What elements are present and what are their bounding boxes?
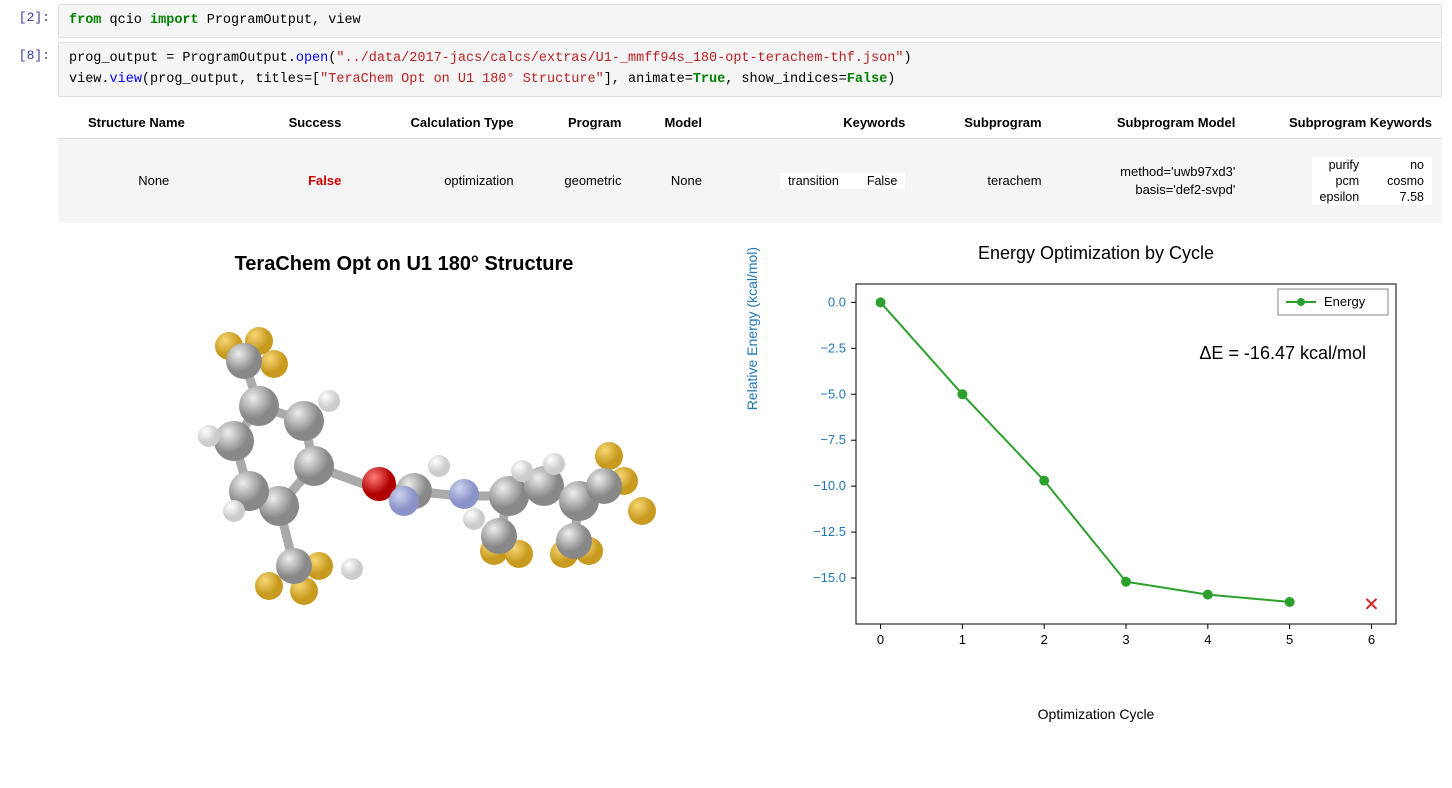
cell-subprogram-model: method='uwb97xd3' basis='def2-svpd' [1052,138,1246,223]
molecule-title: TeraChem Opt on U1 180° Structure [68,233,740,286]
code-token: prog_output = ProgramOutput. [69,51,296,66]
code-token: True [693,72,725,87]
energy-plot-panel: Energy Optimization by Cycle Relative En… [760,233,1432,722]
kw-val: 7.58 [1367,189,1432,205]
svg-text:2: 2 [1041,632,1048,647]
svg-text:Energy: Energy [1324,294,1366,309]
visualization-row: TeraChem Opt on U1 180° Structure [58,233,1442,722]
cell-subprogram-keywords: purifyno pcmcosmo epsilon7.58 [1245,138,1442,223]
code-input[interactable]: prog_output = ProgramOutput.open("../dat… [58,42,1442,97]
summary-table: Structure Name Success Calculation Type … [58,107,1442,223]
code-token: view. [69,72,110,87]
cell-model: None [631,138,712,223]
code-token: view [110,72,142,87]
col-header: Subprogram Keywords [1245,107,1442,139]
col-header: Subprogram [915,107,1051,139]
x-axis-label: Optimization Cycle [760,706,1432,722]
svg-text:−5.0: −5.0 [820,386,846,401]
notebook-cell: [2]: from qcio import ProgramOutput, vie… [0,4,1452,38]
svg-text:−10.0: −10.0 [813,478,846,493]
kw-key: epsilon [1312,189,1368,205]
kw-val: cosmo [1367,173,1432,189]
cell-subprogram: terachem [915,138,1051,223]
col-header: Structure Name [58,107,249,139]
notebook-cell: [8]: prog_output = ProgramOutput.open(".… [0,42,1452,722]
energy-plot[interactable]: Relative Energy (kcal/mol) 0.0−2.5−5.0−7… [760,264,1432,704]
keyword-table: purifyno pcmcosmo epsilon7.58 [1312,157,1432,205]
svg-text:4: 4 [1204,632,1211,647]
col-header: Program [524,107,632,139]
code-token: from [69,13,101,28]
svg-text:1: 1 [959,632,966,647]
svg-text:−12.5: −12.5 [813,524,846,539]
code-token: import [150,13,199,28]
svg-text:−2.5: −2.5 [820,340,846,355]
svg-text:5: 5 [1286,632,1293,647]
keyword-table: transitionFalse [780,173,905,189]
cell-program: geometric [524,138,632,223]
plot-title: Energy Optimization by Cycle [760,233,1432,264]
table-row: None False optimization geometric None t… [58,138,1442,223]
col-header: Keywords [712,107,915,139]
cell-prompt: [2]: [0,4,58,38]
code-token: (prog_output, titles=[ [142,72,320,87]
code-token: "TeraChem Opt on U1 180° Structure" [320,72,604,87]
success-value: False [308,173,341,188]
cell-keywords: transitionFalse [712,138,915,223]
cell-output: Structure Name Success Calculation Type … [58,97,1442,722]
kw-val: False [847,173,906,189]
molecule-panel: TeraChem Opt on U1 180° Structure [68,233,740,722]
kw-key: transition [780,173,847,189]
svg-text:0: 0 [877,632,884,647]
code-token: ProgramOutput, view [199,13,361,28]
y-axis-label: Relative Energy (kcal/mol) [744,247,760,410]
code-token: "../data/2017-jacs/calcs/extras/U1-_mmff… [336,51,903,66]
kw-key: purify [1312,157,1368,173]
svg-text:ΔE = -16.47 kcal/mol: ΔE = -16.47 kcal/mol [1199,343,1366,363]
svg-text:−15.0: −15.0 [813,570,846,585]
code-token: ) [887,72,895,87]
col-header: Success [249,107,351,139]
svg-text:−7.5: −7.5 [820,432,846,447]
svg-text:6: 6 [1368,632,1375,647]
col-header: Calculation Type [351,107,523,139]
code-token: qcio [101,13,150,28]
svg-text:0.0: 0.0 [828,294,846,309]
kw-val: no [1367,157,1432,173]
cell-body: prog_output = ProgramOutput.open("../dat… [58,42,1452,722]
code-token: ) [903,51,911,66]
code-token: , show_indices= [725,72,847,87]
model-line: method='uwb97xd3' [1062,163,1236,181]
code-input[interactable]: from qcio import ProgramOutput, view [58,4,1442,38]
cell-success: False [249,138,351,223]
kw-key: pcm [1312,173,1368,189]
cell-structure-name: None [58,138,249,223]
code-token: open [296,51,328,66]
model-line: basis='def2-svpd' [1062,181,1236,199]
code-token: False [847,72,888,87]
cell-body: from qcio import ProgramOutput, view [58,4,1452,38]
cell-calc-type: optimization [351,138,523,223]
col-header: Subprogram Model [1052,107,1246,139]
col-header: Model [631,107,712,139]
cell-prompt: [8]: [0,42,58,722]
code-token: ], animate= [604,72,693,87]
svg-text:3: 3 [1122,632,1129,647]
molecule-viewer[interactable] [68,286,740,686]
